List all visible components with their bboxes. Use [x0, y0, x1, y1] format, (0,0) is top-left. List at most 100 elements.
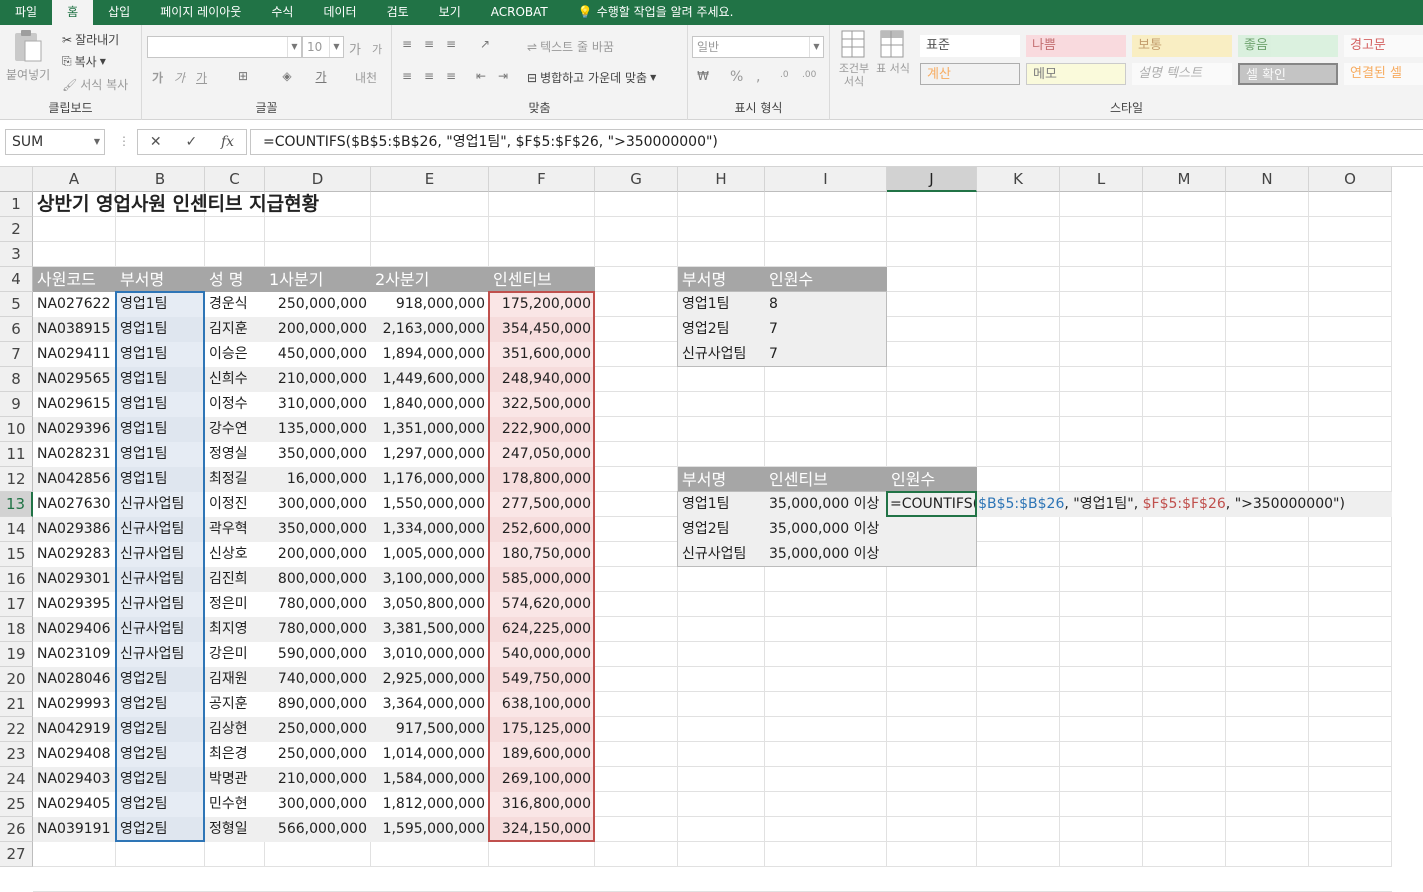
tab-insert[interactable]: 삽입 — [93, 0, 145, 25]
increase-indent-icon[interactable]: ⇥ — [494, 67, 512, 85]
table-header-cell[interactable]: 성 명 — [205, 267, 265, 292]
table-cell[interactable]: 영업1팀 — [116, 342, 205, 367]
column-header-g[interactable]: G — [595, 167, 678, 192]
table-cell[interactable]: 917,500,000 — [371, 717, 489, 742]
table-cell[interactable]: NA028231 — [33, 442, 116, 467]
table-cell[interactable]: 354,450,000 — [489, 317, 595, 342]
row-header-11[interactable]: 11 — [0, 442, 33, 467]
summary2-cell[interactable]: 35,000,000 이상 — [765, 517, 887, 542]
column-header-d[interactable]: D — [265, 167, 371, 192]
table-cell[interactable]: 189,600,000 — [489, 742, 595, 767]
merge-center-button[interactable]: ⊟ 병합하고 가운데 맞춤 ▼ — [527, 69, 656, 86]
table-cell[interactable]: 1,584,000,000 — [371, 767, 489, 792]
table-cell[interactable]: 300,000,000 — [265, 492, 371, 517]
shrink-font-button[interactable]: 가 — [372, 41, 382, 57]
row-header-7[interactable]: 7 — [0, 342, 33, 367]
row-header-4[interactable]: 4 — [0, 267, 33, 292]
table-cell[interactable]: 1,005,000,000 — [371, 542, 489, 567]
table-cell[interactable]: 1,449,600,000 — [371, 367, 489, 392]
row-header-22[interactable]: 22 — [0, 717, 33, 742]
table-cell[interactable]: 2,925,000,000 — [371, 667, 489, 692]
table-header-cell[interactable]: 인센티브 — [489, 267, 595, 292]
summary1-cell[interactable]: 신규사업팀 — [678, 342, 765, 367]
row-header-18[interactable]: 18 — [0, 617, 33, 642]
table-cell[interactable]: 영업1팀 — [116, 367, 205, 392]
table-header-cell[interactable]: 1사분기 — [265, 267, 371, 292]
column-header-e[interactable]: E — [371, 167, 489, 192]
tab-review[interactable]: 검토 — [372, 0, 424, 25]
table-cell[interactable]: 1,550,000,000 — [371, 492, 489, 517]
table-cell[interactable]: 신규사업팀 — [116, 517, 205, 542]
copy-button[interactable]: ⎘ 복사 ▼ — [62, 53, 106, 70]
summary2-cell[interactable]: 영업1팀 — [678, 492, 765, 517]
table-cell[interactable]: NA029395 — [33, 592, 116, 617]
table-cell[interactable]: 800,000,000 — [265, 567, 371, 592]
table-cell[interactable]: 316,800,000 — [489, 792, 595, 817]
table-cell[interactable]: 영업2팀 — [116, 817, 205, 842]
align-right-icon[interactable]: ≡ — [442, 67, 460, 85]
table-cell[interactable]: NA029411 — [33, 342, 116, 367]
table-cell[interactable]: 350,000,000 — [265, 517, 371, 542]
table-cell[interactable]: 247,050,000 — [489, 442, 595, 467]
table-cell[interactable]: 1,812,000,000 — [371, 792, 489, 817]
style-check-cell[interactable]: 셀 확인 — [1238, 63, 1338, 85]
table-cell[interactable]: 신규사업팀 — [116, 592, 205, 617]
style-neutral[interactable]: 보통 — [1132, 35, 1232, 57]
column-header-h[interactable]: H — [678, 167, 765, 192]
table-cell[interactable]: NA029565 — [33, 367, 116, 392]
table-cell[interactable]: 210,000,000 — [265, 367, 371, 392]
table-cell[interactable]: 정은미 — [205, 592, 265, 617]
table-cell[interactable]: 1,840,000,000 — [371, 392, 489, 417]
row-header-17[interactable]: 17 — [0, 592, 33, 617]
row-header-12[interactable]: 12 — [0, 467, 33, 492]
table-cell[interactable]: 324,150,000 — [489, 817, 595, 842]
sheet-title[interactable]: 상반기 영업사원 인센티브 지급현황 — [33, 192, 371, 217]
style-calculation[interactable]: 계산 — [920, 63, 1020, 85]
tab-formulas[interactable]: 수식 — [256, 0, 308, 25]
style-good[interactable]: 좋음 — [1238, 35, 1338, 57]
summary2-count-cell[interactable] — [887, 542, 977, 567]
summary2-cell[interactable]: 35,000,000 이상 — [765, 492, 887, 517]
select-all-corner[interactable] — [0, 167, 33, 192]
formula-bar-splitter[interactable]: ⋮ — [118, 134, 130, 148]
style-explanatory[interactable]: 설명 텍스트 — [1132, 63, 1232, 85]
table-cell[interactable]: 영업2팀 — [116, 667, 205, 692]
table-cell[interactable]: NA029301 — [33, 567, 116, 592]
summary1-cell[interactable]: 7 — [765, 342, 887, 367]
table-cell[interactable]: 178,800,000 — [489, 467, 595, 492]
align-middle-icon[interactable]: ≡ — [420, 35, 438, 53]
tab-file[interactable]: 파일 — [0, 0, 52, 25]
table-cell[interactable]: 영업1팀 — [116, 292, 205, 317]
orientation-icon[interactable]: ↗ — [476, 35, 494, 53]
summary2-cell[interactable]: 35,000,000 이상 — [765, 542, 887, 567]
table-cell[interactable]: 549,750,000 — [489, 667, 595, 692]
table-cell[interactable]: 영업1팀 — [116, 392, 205, 417]
table-cell[interactable]: 1,176,000,000 — [371, 467, 489, 492]
table-cell[interactable]: 박명관 — [205, 767, 265, 792]
table-cell[interactable]: NA023109 — [33, 642, 116, 667]
table-cell[interactable]: 김지훈 — [205, 317, 265, 342]
table-cell[interactable]: 1,351,000,000 — [371, 417, 489, 442]
align-center-icon[interactable]: ≡ — [420, 67, 438, 85]
align-top-icon[interactable]: ≡ — [398, 35, 416, 53]
phonetic-button[interactable]: 내천 — [355, 69, 377, 86]
table-cell[interactable]: 1,894,000,000 — [371, 342, 489, 367]
italic-button[interactable]: 가 — [174, 69, 185, 86]
tell-me-box[interactable]: 💡 수행할 작업을 알려 주세요. — [563, 0, 749, 25]
row-header-1[interactable]: 1 — [0, 192, 33, 217]
style-note[interactable]: 메모 — [1026, 63, 1126, 85]
column-header-j[interactable]: J — [887, 167, 977, 192]
table-cell[interactable]: 310,000,000 — [265, 392, 371, 417]
table-cell[interactable]: 740,000,000 — [265, 667, 371, 692]
table-cell[interactable]: 곽우혁 — [205, 517, 265, 542]
grow-font-button[interactable]: 가 — [349, 39, 361, 58]
style-warning[interactable]: 경고문 — [1344, 35, 1423, 57]
table-cell[interactable]: 정영실 — [205, 442, 265, 467]
table-cell[interactable]: 최지영 — [205, 617, 265, 642]
align-left-icon[interactable]: ≡ — [398, 67, 416, 85]
row-header-10[interactable]: 10 — [0, 417, 33, 442]
table-cell[interactable]: 2,163,000,000 — [371, 317, 489, 342]
row-header-21[interactable]: 21 — [0, 692, 33, 717]
table-cell[interactable]: NA029405 — [33, 792, 116, 817]
table-cell[interactable]: NA029408 — [33, 742, 116, 767]
